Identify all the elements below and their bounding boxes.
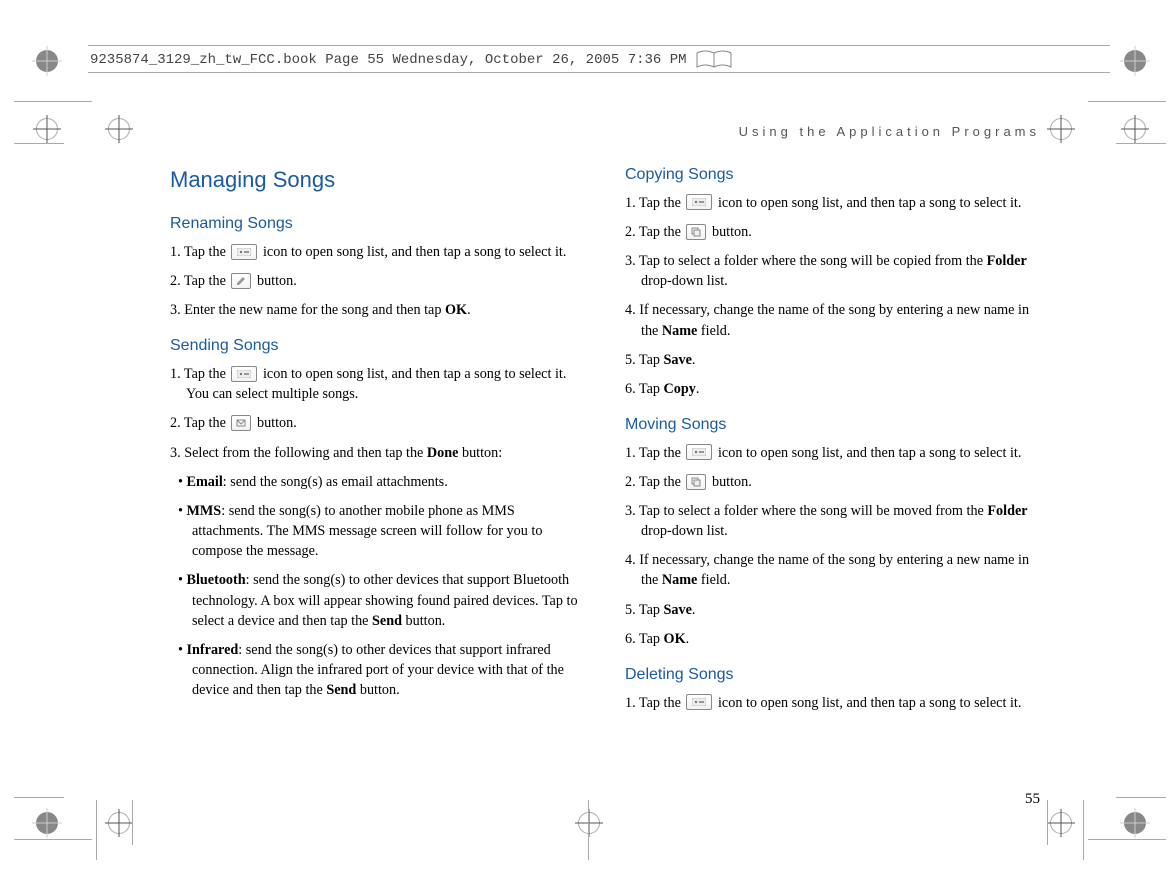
step-text: 1. Tap the icon to open song list, and t… [625,693,1040,713]
header-text: 9235874_3129_zh_tw_FCC.book Page 55 Wedn… [90,52,687,68]
step-text: 2. Tap the button. [625,472,1040,492]
step-text: 1. Tap the icon to open song list, and t… [625,443,1040,463]
bullet-mms: • MMS: send the song(s) to another mobil… [170,501,585,561]
step-text: 1. Tap the icon to open song list, and t… [625,193,1040,213]
step-text: 3. Enter the new name for the song and t… [170,300,585,320]
left-column: Managing Songs Renaming Songs 1. Tap the… [170,164,585,722]
page-number: 55 [1025,791,1040,808]
step-text: 2. Tap the button. [625,222,1040,242]
step-text: 2. Tap the button. [170,413,585,433]
heading-copying-songs: Copying Songs [625,164,1040,187]
move-icon [686,474,706,490]
step-text: 2. Tap the button. [170,271,585,291]
heading-managing-songs: Managing Songs [170,164,585,195]
step-text: 3. Select from the following and then ta… [170,443,585,463]
step-text: 4. If necessary, change the name of the … [625,300,1040,340]
step-text: 4. If necessary, change the name of the … [625,550,1040,590]
bullet-infrared: • Infrared: send the song(s) to other de… [170,640,585,700]
edit-icon [231,273,251,289]
bullet-bluetooth: • Bluetooth: send the song(s) to other d… [170,570,585,630]
step-text: 1. Tap the icon to open song list, and t… [170,364,585,404]
list-icon [686,694,712,710]
framemaker-header: 9235874_3129_zh_tw_FCC.book Page 55 Wedn… [90,50,1108,70]
right-column: Copying Songs 1. Tap the icon to open so… [625,164,1040,722]
step-text: 5. Tap Save. [625,600,1040,620]
header-rule-bottom [88,72,1110,73]
heading-deleting-songs: Deleting Songs [625,664,1040,687]
step-text: 6. Tap Copy. [625,379,1040,399]
page-content: Using the Application Programs Managing … [0,100,1168,856]
list-icon [231,244,257,260]
book-icon [695,49,733,71]
list-icon [686,444,712,460]
heading-sending-songs: Sending Songs [170,335,585,358]
running-head: Using the Application Programs [739,124,1040,139]
list-icon [686,194,712,210]
step-text: 1. Tap the icon to open song list, and t… [170,242,585,262]
step-text: 6. Tap OK. [625,629,1040,649]
step-text: 5. Tap Save. [625,350,1040,370]
heading-moving-songs: Moving Songs [625,414,1040,437]
header-rule-top [88,45,1110,46]
copy-icon [686,224,706,240]
list-icon [231,366,257,382]
step-text: 3. Tap to select a folder where the song… [625,501,1040,541]
heading-renaming-songs: Renaming Songs [170,213,585,236]
send-icon [231,415,251,431]
step-text: 3. Tap to select a folder where the song… [625,251,1040,291]
bullet-email: • Email: send the song(s) as email attac… [170,472,585,492]
